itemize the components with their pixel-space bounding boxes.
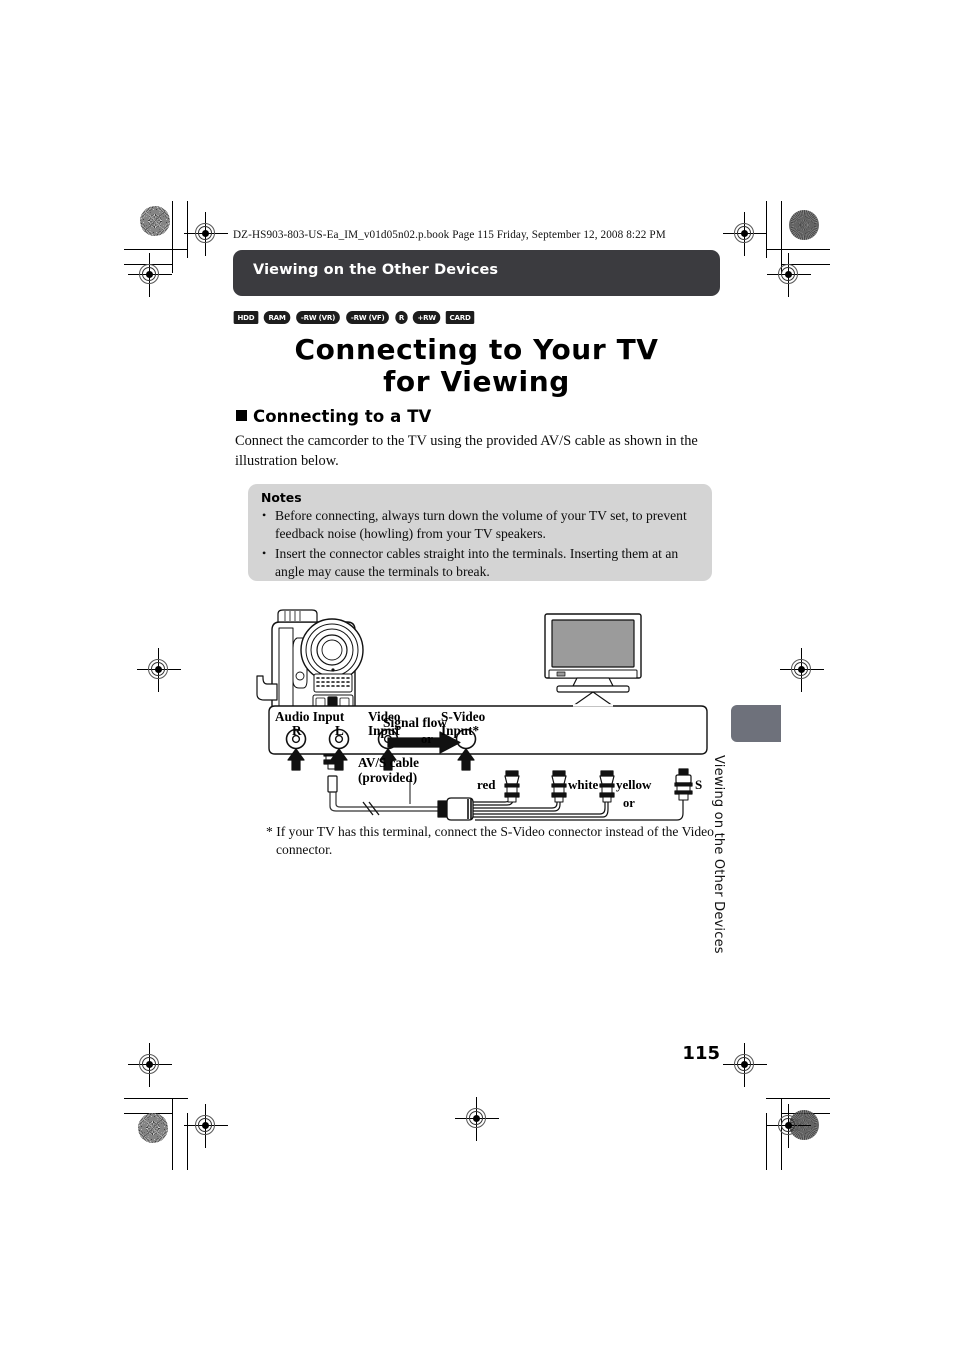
cable-splitter — [437, 797, 474, 821]
notes-box: Notes Before connecting, always turn dow… — [248, 484, 712, 581]
crop-mark — [172, 201, 173, 273]
panel-or-label: or — [421, 732, 433, 746]
media-badge-rw-vf: -RW (VF) — [346, 311, 390, 324]
audio-channel-r-label: R — [292, 723, 302, 738]
media-badge-ram: RAM — [263, 311, 291, 324]
manual-page: DZ-HS903-803-US-Ea_IM_v01d05n02.p.book P… — [0, 0, 954, 1350]
registration-target — [184, 212, 228, 256]
plug-or-label: or — [623, 796, 635, 810]
halftone-density-dot — [138, 1113, 168, 1143]
audio-channel-l-label: L — [335, 723, 344, 738]
section-heading: Connecting to a TV — [236, 407, 431, 426]
plug-red-label: red — [477, 777, 496, 792]
registration-target — [767, 1104, 811, 1148]
plug-yellow-label: yellow — [616, 777, 652, 792]
section-heading-text: Connecting to a TV — [253, 407, 432, 426]
video-input-label-line2: Input — [368, 723, 400, 738]
registration-target — [128, 253, 172, 297]
registration-target — [780, 648, 824, 692]
svideo-input-label-line2: Input* — [441, 723, 480, 738]
chapter-header-bar: Viewing on the Other Devices — [233, 250, 720, 296]
note-item: Insert the connector cables straight int… — [261, 544, 701, 582]
page-number: 115 — [682, 1043, 720, 1064]
registration-target — [137, 648, 181, 692]
side-thumb-tab — [731, 705, 781, 742]
media-badge-r: R — [394, 311, 408, 324]
page-title-line2: for Viewing — [383, 365, 570, 398]
crop-mark — [124, 1098, 188, 1099]
plug-s-label: S — [695, 777, 703, 792]
media-badge-rw-vr: -RW (VR) — [296, 311, 340, 324]
registration-target — [184, 1104, 228, 1148]
notes-list: Before connecting, always turn down the … — [261, 506, 701, 582]
chapter-title: Viewing on the Other Devices — [253, 262, 499, 278]
cable-name-label: AV/S cable — [358, 755, 419, 770]
halftone-density-dot — [140, 206, 170, 236]
media-badge-hdd: HDD — [233, 311, 259, 324]
note-item: Before connecting, always turn down the … — [261, 506, 701, 544]
cable-provided-label: (provided) — [358, 770, 418, 785]
rca-plug-white — [551, 770, 567, 803]
media-badge-row: HDD RAM -RW (VR) -RW (VF) R +RW CARD — [233, 311, 475, 324]
audio-input-label: Audio Input — [275, 709, 345, 724]
crop-mark — [766, 249, 830, 250]
side-thumb-tab-label: Viewing on the Other Devices — [711, 755, 726, 954]
crop-mark — [124, 249, 188, 250]
media-badge-card: CARD — [445, 311, 475, 324]
page-title-line1: Connecting to Your TV — [294, 333, 659, 366]
media-badge-plus-rw: +RW — [412, 311, 441, 324]
square-bullet-icon — [236, 410, 247, 421]
connection-diagram: Signal flow AV/S cable (provided) Audio … — [255, 608, 715, 823]
page-title: Connecting to Your TV for Viewing — [233, 334, 720, 398]
rca-plug-yellow — [599, 770, 615, 803]
registration-target — [723, 1043, 767, 1087]
cable-break-mark — [362, 801, 380, 816]
halftone-density-dot — [789, 210, 819, 240]
notes-title: Notes — [261, 490, 302, 505]
tv-illustration — [544, 613, 642, 707]
footnote-text: * If your TV has this terminal, connect … — [266, 824, 714, 857]
registration-target — [455, 1097, 499, 1141]
crop-mark — [172, 1098, 173, 1170]
registration-target — [128, 1043, 172, 1087]
section-intro-text: Connect the camcorder to the TV using th… — [235, 433, 698, 469]
registration-target — [723, 212, 767, 256]
rca-plug-red — [504, 770, 520, 803]
registration-target — [767, 253, 811, 297]
file-stamp: DZ-HS903-803-US-Ea_IM_v01d05n02.p.book P… — [233, 229, 666, 241]
crop-mark — [766, 1098, 830, 1099]
s-video-plug — [674, 768, 693, 801]
plug-white-label: white — [568, 777, 599, 792]
